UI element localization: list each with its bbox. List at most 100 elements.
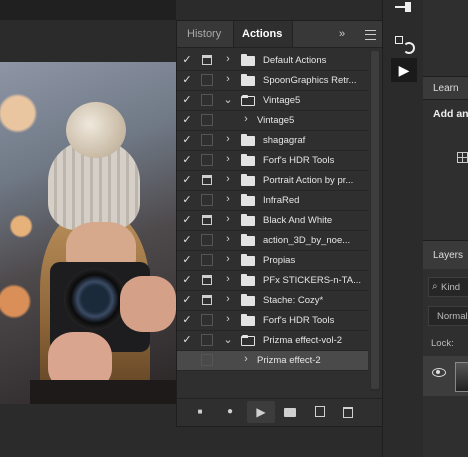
dialog-toggle-icon[interactable] [202, 175, 212, 185]
action-set-row[interactable]: ✓ › Propias [177, 251, 368, 271]
action-label: Default Actions [263, 55, 327, 66]
canvas-photo[interactable] [0, 62, 176, 404]
action-label: action_3D_by_noe... [263, 235, 351, 246]
actions-scrollbar[interactable] [370, 51, 380, 391]
dialog-toggle-icon[interactable] [202, 55, 212, 65]
toggle-check-icon[interactable]: ✓ [181, 194, 193, 206]
layer-row[interactable] [423, 356, 468, 396]
chevron-right-icon[interactable]: › [223, 293, 233, 305]
toggle-check-icon[interactable] [181, 354, 193, 366]
action-set-row[interactable]: ✓ › action_3D_by_noe... [177, 231, 368, 251]
dialog-toggle-icon[interactable] [201, 234, 213, 246]
dialog-toggle-icon[interactable] [201, 334, 213, 346]
action-set-row[interactable]: ✓ › Forf's HDR Tools [177, 151, 368, 171]
folder-icon [241, 134, 255, 146]
folder-icon [241, 54, 255, 66]
new-action-icon[interactable] [311, 399, 329, 425]
blend-mode-select[interactable]: Normal [428, 306, 468, 326]
toggle-check-icon[interactable]: ✓ [181, 314, 193, 326]
history-brush-icon[interactable] [391, 32, 415, 56]
dialog-toggle-icon[interactable] [201, 114, 213, 126]
action-set-row[interactable]: ✓ › Stache: Cozy* [177, 291, 368, 311]
actions-toolbar: ■ ● ▶ [177, 398, 382, 425]
learn-tab[interactable]: Learn [423, 76, 468, 100]
chevron-right-icon[interactable]: › [223, 273, 233, 285]
folder-icon [241, 95, 255, 106]
photo-hand-right [120, 276, 176, 332]
action-row[interactable]: ✓ › Vintage5 [177, 111, 368, 131]
panel-menu-icon[interactable] [365, 30, 376, 40]
chevron-right-icon[interactable]: › [223, 153, 233, 165]
brush-settings-icon[interactable] [391, 0, 415, 24]
tab-history[interactable]: History [179, 21, 229, 47]
action-set-row[interactable]: ✓ › SpoonGraphics Retr... [177, 71, 368, 91]
dialog-toggle-icon[interactable] [202, 295, 212, 305]
dialog-toggle-icon[interactable] [202, 275, 212, 285]
action-set-row[interactable]: ✓ › Portrait Action by pr... [177, 171, 368, 191]
chevron-right-icon[interactable]: › [223, 193, 233, 205]
toggle-check-icon[interactable]: ✓ [181, 94, 193, 106]
chevron-right-icon[interactable]: › [223, 133, 233, 145]
action-set-row[interactable]: ✓ ⌄ Vintage5 [177, 91, 368, 111]
tab-actions[interactable]: Actions [233, 21, 293, 47]
dialog-toggle-icon[interactable] [201, 154, 213, 166]
dialog-toggle-icon[interactable] [201, 74, 213, 86]
dialog-toggle-icon[interactable] [201, 314, 213, 326]
layers-tab[interactable]: Layers [423, 240, 468, 269]
action-set-row[interactable]: ✓ › Forf's HDR Tools [177, 311, 368, 331]
chevron-right-icon[interactable]: › [223, 253, 233, 265]
dialog-toggle-icon[interactable] [202, 215, 212, 225]
chevron-right-icon[interactable]: › [223, 53, 233, 65]
grid-icon[interactable] [457, 152, 468, 163]
action-set-row[interactable]: ✓ › Default Actions [177, 51, 368, 71]
action-label: Stache: Cozy* [263, 295, 324, 306]
toggle-check-icon[interactable]: ✓ [181, 54, 193, 66]
action-set-row[interactable]: ✓ › InfraRed [177, 191, 368, 211]
chevron-down-icon[interactable]: ⌄ [223, 333, 233, 346]
learn-heading: Add an [433, 108, 468, 120]
toggle-check-icon[interactable]: ✓ [181, 114, 193, 126]
toggle-check-icon[interactable]: ✓ [181, 294, 193, 306]
dialog-toggle-icon[interactable] [201, 94, 213, 106]
new-set-icon[interactable] [281, 399, 299, 425]
chevron-right-icon[interactable]: › [223, 233, 233, 245]
record-icon[interactable]: ● [221, 399, 239, 425]
chevron-down-icon[interactable]: ⌄ [223, 93, 233, 106]
chevron-right-icon[interactable]: › [241, 113, 251, 125]
action-set-row[interactable]: ✓ › Black And White [177, 211, 368, 231]
actions-panel-icon[interactable]: ▶ [391, 58, 417, 82]
action-row[interactable]: › Prizma effect-2 [177, 351, 368, 371]
toggle-check-icon[interactable]: ✓ [181, 254, 193, 266]
toggle-check-icon[interactable]: ✓ [181, 214, 193, 226]
action-label: Forf's HDR Tools [263, 315, 335, 326]
collapse-panel-icon[interactable]: » [339, 28, 345, 40]
chevron-right-icon[interactable]: › [223, 173, 233, 185]
document-tab-bar [0, 0, 176, 20]
dialog-toggle-icon[interactable] [201, 354, 213, 366]
chevron-right-icon[interactable]: › [223, 213, 233, 225]
toggle-check-icon[interactable]: ✓ [181, 234, 193, 246]
stop-icon[interactable]: ■ [191, 399, 209, 425]
toggle-check-icon[interactable]: ✓ [181, 74, 193, 86]
dialog-toggle-icon[interactable] [201, 134, 213, 146]
toggle-check-icon[interactable]: ✓ [181, 174, 193, 186]
folder-icon [241, 314, 255, 326]
play-icon[interactable]: ▶ [252, 399, 270, 425]
toggle-check-icon[interactable]: ✓ [181, 274, 193, 286]
kind-label: Kind [441, 282, 461, 293]
toggle-check-icon[interactable]: ✓ [181, 154, 193, 166]
trash-icon[interactable] [339, 399, 357, 425]
action-set-row[interactable]: ✓ › PFx STICKERS-n-TA... [177, 271, 368, 291]
action-set-row[interactable]: ✓ ⌄ Prizma effect-vol-2 [177, 331, 368, 351]
chevron-right-icon[interactable]: › [223, 313, 233, 325]
chevron-right-icon[interactable]: › [223, 73, 233, 85]
action-set-row[interactable]: ✓ › shagagraf [177, 131, 368, 151]
panel-tab-bar: History Actions » [177, 21, 382, 48]
toggle-check-icon[interactable]: ✓ [181, 134, 193, 146]
dialog-toggle-icon[interactable] [201, 194, 213, 206]
toggle-check-icon[interactable]: ✓ [181, 334, 193, 346]
layer-filter-kind[interactable]: ⌕ Kind [428, 277, 468, 297]
dialog-toggle-icon[interactable] [201, 254, 213, 266]
chevron-right-icon[interactable]: › [241, 353, 251, 365]
scrollbar-thumb[interactable] [371, 51, 379, 389]
